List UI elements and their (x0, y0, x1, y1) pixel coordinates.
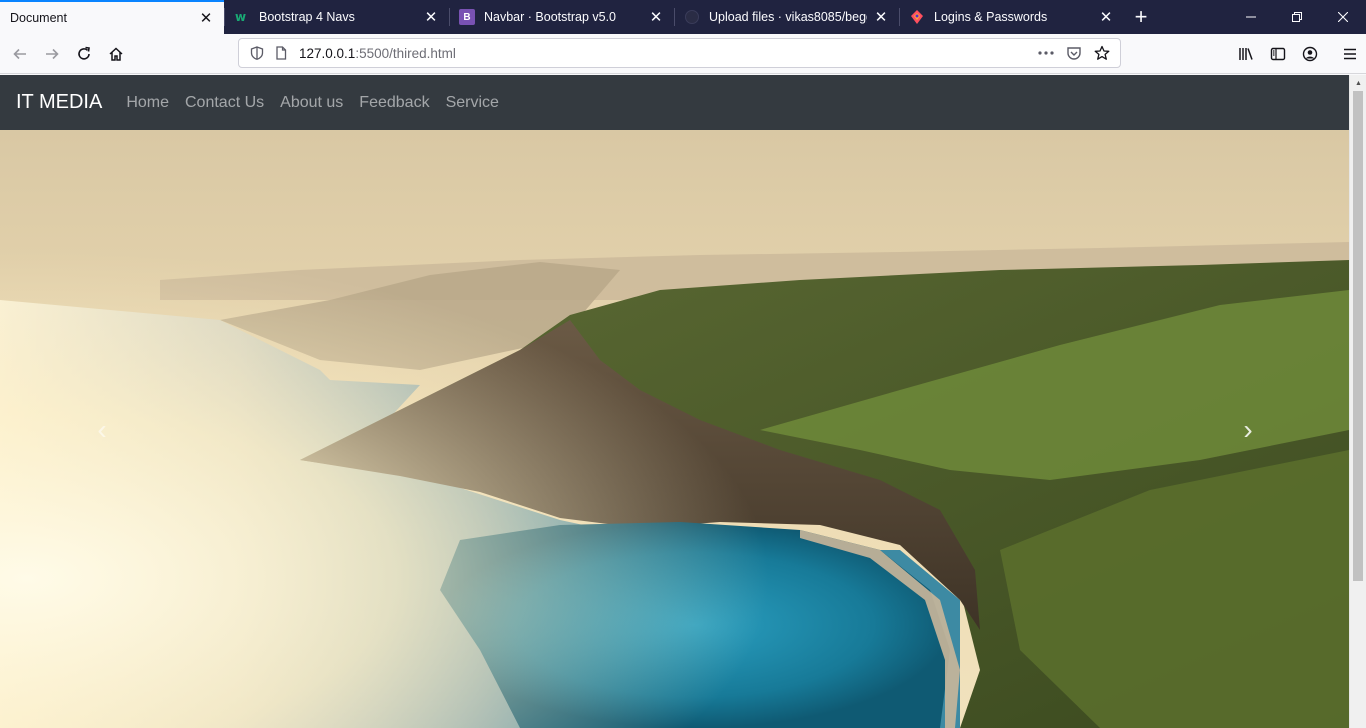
page-actions-menu-icon[interactable] (1034, 41, 1058, 65)
url-host: 127.0.0.1 (299, 45, 356, 61)
nav-toolbar: 127.0.0.1:5500/thired.html (0, 34, 1366, 74)
nav-link-about-us[interactable]: About us (272, 94, 351, 112)
tab-close-icon[interactable]: ✕ (423, 9, 439, 26)
tracking-shield-icon[interactable] (245, 41, 269, 65)
tab-title: Navbar · Bootstrap v5.0 (484, 10, 617, 24)
web-page: IT MEDIA Home Contact Us About us Feedba… (0, 75, 1349, 728)
tab-logins-passwords[interactable]: Logins & Passwords ✕ (899, 0, 1124, 34)
minimize-icon[interactable] (1228, 0, 1274, 34)
w3schools-icon: w (234, 9, 250, 25)
tab-navbar-bootstrap5[interactable]: B Navbar · Bootstrap v5.0 ✕ (449, 0, 674, 34)
tab-upload-files[interactable]: Upload files · vikas8085/begginers ✕ (674, 0, 899, 34)
bookmark-star-icon[interactable] (1090, 41, 1114, 65)
restore-icon[interactable] (1274, 0, 1320, 34)
nav-link-feedback[interactable]: Feedback (351, 94, 437, 112)
carousel-slide-image (0, 130, 1349, 728)
account-icon[interactable] (1294, 38, 1326, 70)
lockwise-icon (909, 9, 925, 25)
tab-title: Logins & Passwords (934, 10, 1048, 24)
sidebar-toggle-icon[interactable] (1262, 38, 1294, 70)
tab-strip: Document ✕ w Bootstrap 4 Navs ✕ B Navbar… (0, 0, 1366, 34)
nav-link-contact-us[interactable]: Contact Us (177, 94, 272, 112)
page-scrollbar[interactable]: ▲ (1349, 75, 1366, 728)
home-icon[interactable] (100, 38, 132, 70)
window-controls (1228, 0, 1366, 34)
scroll-up-icon[interactable]: ▲ (1350, 75, 1366, 91)
navbar-brand[interactable]: IT MEDIA (16, 91, 102, 114)
tab-close-icon[interactable]: ✕ (648, 9, 664, 26)
nav-link-home[interactable]: Home (118, 94, 177, 112)
tab-close-icon[interactable]: ✕ (873, 9, 889, 26)
address-bar[interactable]: 127.0.0.1:5500/thired.html (238, 38, 1121, 68)
back-arrow-icon[interactable] (4, 38, 36, 70)
tab-close-icon[interactable]: ✕ (198, 10, 214, 27)
page-info-icon[interactable] (269, 41, 293, 65)
hamburger-menu-icon[interactable] (1334, 38, 1366, 70)
github-icon (684, 9, 700, 25)
tab-document[interactable]: Document ✕ (0, 0, 224, 34)
url-text[interactable]: 127.0.0.1:5500/thired.html (299, 46, 1034, 61)
new-tab-button[interactable]: + (1124, 0, 1158, 34)
hero-carousel: ‹ › (0, 130, 1349, 728)
site-navbar: IT MEDIA Home Contact Us About us Feedba… (0, 75, 1349, 130)
carousel-prev-control[interactable]: ‹ (72, 400, 132, 460)
library-icon[interactable] (1230, 38, 1262, 70)
scrollbar-thumb[interactable] (1353, 91, 1363, 581)
tab-title: Upload files · vikas8085/begginers (709, 10, 867, 24)
carousel-next-control[interactable]: › (1218, 400, 1278, 460)
svg-text:w: w (235, 10, 246, 24)
tab-bootstrap4-navs[interactable]: w Bootstrap 4 Navs ✕ (224, 0, 449, 34)
url-path: :5500/thired.html (355, 45, 456, 61)
bootstrap-icon: B (459, 9, 475, 25)
forward-arrow-icon[interactable] (36, 38, 68, 70)
pocket-icon[interactable] (1062, 41, 1086, 65)
nav-link-service[interactable]: Service (438, 94, 507, 112)
close-window-icon[interactable] (1320, 0, 1366, 34)
tab-title: Bootstrap 4 Navs (259, 10, 355, 24)
reload-icon[interactable] (68, 38, 100, 70)
tab-title: Document (10, 11, 67, 25)
tab-close-icon[interactable]: ✕ (1098, 9, 1114, 26)
